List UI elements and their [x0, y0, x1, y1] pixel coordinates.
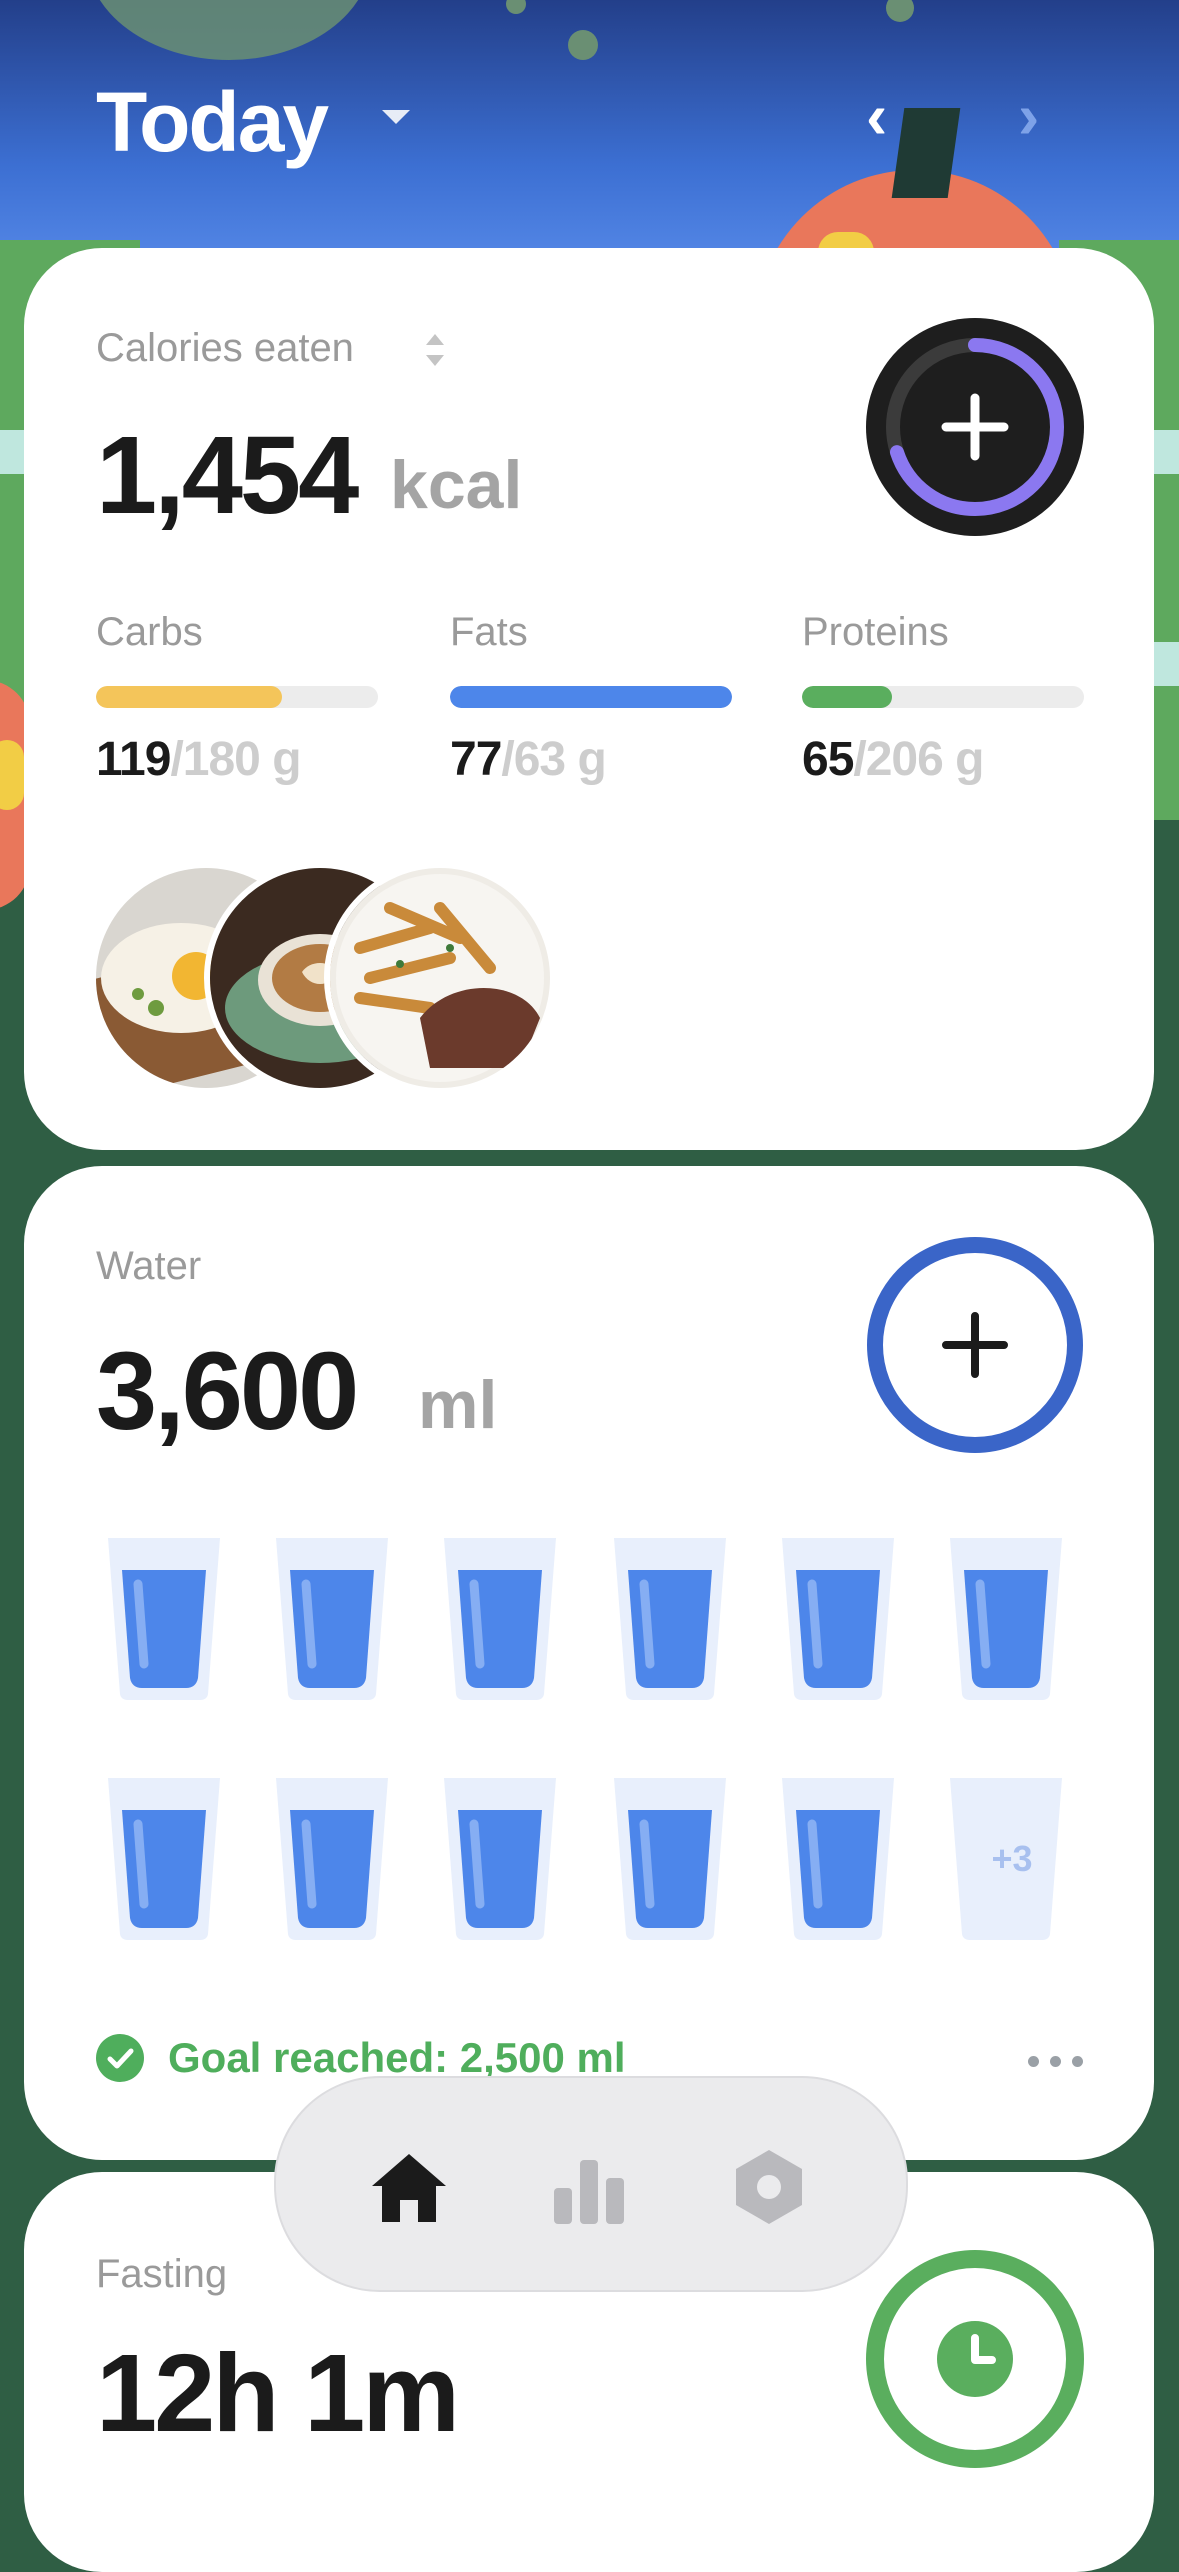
- macro-carbs-label: Carbs: [96, 610, 203, 654]
- macro-proteins-eaten: 65: [802, 733, 854, 786]
- macro-proteins-bar: [802, 686, 1084, 708]
- fasting-timer-button[interactable]: [866, 2250, 1084, 2468]
- macro-carbs-eaten: 119: [96, 733, 171, 786]
- add-food-button[interactable]: [866, 318, 1084, 536]
- calories-label[interactable]: Calories eaten: [96, 326, 354, 371]
- calories-unit: kcal: [390, 447, 523, 523]
- settings-icon[interactable]: [724, 2142, 814, 2232]
- macro-fats-goal: /63 g: [501, 733, 606, 786]
- water-glass-full[interactable]: [440, 1534, 560, 1702]
- macro-fats-label: Fats: [450, 610, 528, 654]
- sort-toggle-icon[interactable]: [424, 330, 446, 370]
- macro-proteins-label: Proteins: [802, 610, 949, 654]
- water-glass-full[interactable]: [104, 1774, 224, 1942]
- more-options-icon[interactable]: [1026, 2040, 1086, 2080]
- water-glass-full[interactable]: [440, 1774, 560, 1942]
- macro-fats-eaten: 77: [450, 733, 502, 786]
- previous-day-button[interactable]: ‹: [866, 84, 887, 148]
- fasting-value: 12h 1m: [96, 2332, 460, 2455]
- water-glass-full[interactable]: [778, 1534, 898, 1702]
- water-glass-full[interactable]: [104, 1534, 224, 1702]
- steak-fries-photo[interactable]: [324, 862, 556, 1094]
- extra-glasses-count: +3: [991, 1838, 1033, 1879]
- check-circle-icon: [96, 2034, 144, 2082]
- home-icon[interactable]: [364, 2142, 454, 2232]
- fasting-label: Fasting: [96, 2252, 228, 2296]
- macro-proteins-goal: /206 g: [853, 733, 984, 786]
- macro-carbs-bar: [96, 686, 378, 708]
- next-day-button[interactable]: ›: [1018, 84, 1039, 148]
- water-label: Water: [96, 1244, 202, 1288]
- water-glass-full[interactable]: [778, 1774, 898, 1942]
- water-glass-full[interactable]: [946, 1534, 1066, 1702]
- water-goal-text: Goal reached: 2,500 ml: [168, 2034, 626, 2081]
- chevron-down-icon[interactable]: [382, 110, 410, 124]
- water-glass-full[interactable]: [272, 1774, 392, 1942]
- water-glass-full[interactable]: [272, 1534, 392, 1702]
- add-water-button[interactable]: [866, 1236, 1084, 1454]
- water-value: 3,600: [96, 1330, 359, 1453]
- macro-fats-value: 77/63 g: [450, 732, 607, 787]
- macro-proteins-value: 65/206 g: [802, 732, 984, 787]
- date-title[interactable]: Today: [96, 74, 329, 171]
- calories-value: 1,454: [96, 414, 359, 537]
- water-unit: ml: [418, 1367, 498, 1443]
- stats-icon[interactable]: [544, 2142, 634, 2232]
- water-glass-full[interactable]: [610, 1534, 730, 1702]
- macro-carbs-goal: /180 g: [170, 733, 301, 786]
- macro-fats-bar: [450, 686, 732, 708]
- macro-carbs-value: 119/180 g: [96, 732, 302, 787]
- water-glass-full[interactable]: [610, 1774, 730, 1942]
